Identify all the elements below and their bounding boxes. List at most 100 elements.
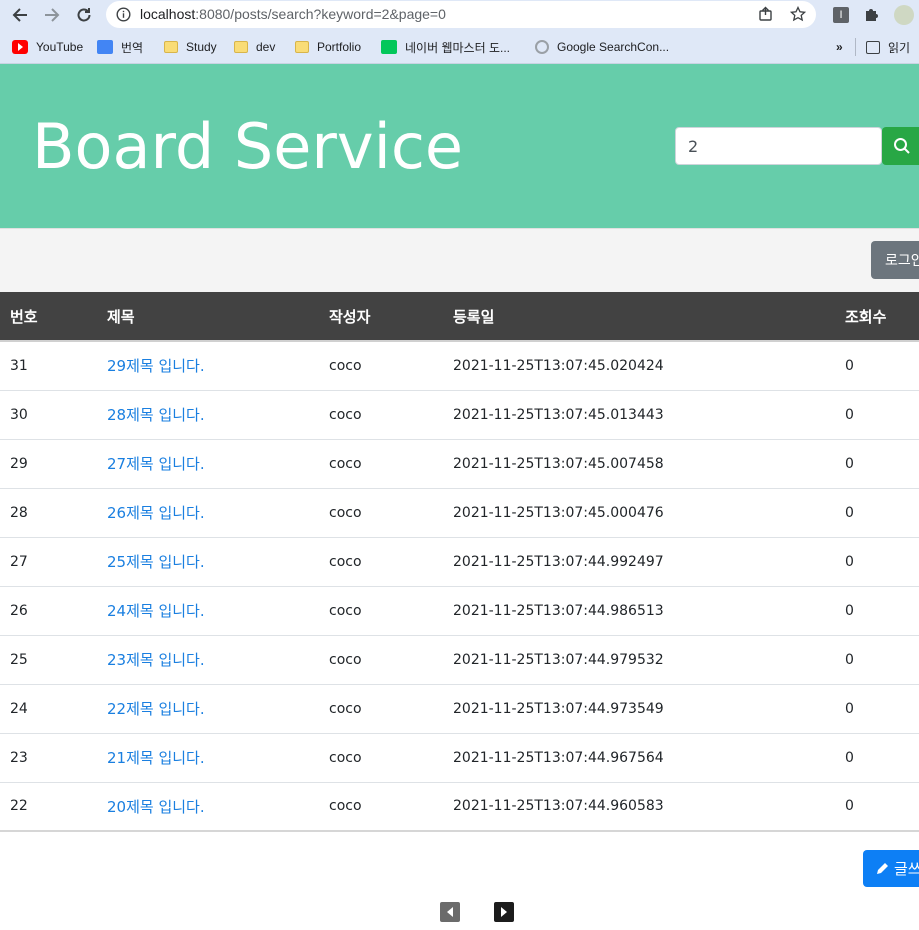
table-cell: 25 [0, 635, 97, 684]
back-button[interactable] [8, 3, 32, 27]
post-title-link[interactable]: 22제목 입니다. [107, 700, 205, 718]
post-title-link[interactable]: 29제목 입니다. [107, 357, 205, 375]
post-title-link[interactable]: 23제목 입니다. [107, 651, 205, 669]
table-cell: 29 [0, 439, 97, 488]
table-row: 24 22제목 입니다. coco 2021-11-25T13:07:44.97354… [0, 684, 919, 733]
bookmark-search-console[interactable]: Google SearchCon... [535, 38, 669, 56]
bookmark-label: dev [256, 40, 276, 54]
post-date: 2021-11-25T13:07:45.020424 [453, 357, 664, 374]
table-cell: coco [319, 439, 443, 488]
table-row: 26 24제목 입니다. coco 2021-11-25T13:07:44.98651… [0, 586, 919, 635]
site-header: Board Service [0, 64, 919, 228]
search-icon [894, 138, 910, 154]
table-cell: 30 [0, 390, 97, 439]
post-views: 0 [845, 455, 854, 472]
post-date: 2021-11-25T13:07:44.986513 [453, 602, 664, 619]
table-cell: 0 [835, 488, 919, 537]
table-cell: 2021-11-25T13:07:44.992497 [443, 537, 835, 586]
post-views: 0 [845, 406, 854, 423]
search-input[interactable] [675, 127, 882, 165]
post-date: 2021-11-25T13:07:45.007458 [453, 455, 664, 472]
bookmark-naver-webmaster[interactable]: 네이버 웹마스터 도... [381, 38, 510, 56]
post-number: 31 [10, 357, 28, 374]
url-path: :8080/posts/search?keyword=2&page=0 [195, 6, 446, 22]
post-title-link[interactable]: 27제목 입니다. [107, 455, 205, 473]
table-cell: 24제목 입니다. [97, 586, 319, 635]
post-number: 26 [10, 602, 28, 619]
post-author: coco [329, 700, 362, 717]
search-button[interactable] [882, 127, 919, 165]
table-cell: coco [319, 537, 443, 586]
post-title-link[interactable]: 28제목 입니다. [107, 406, 205, 424]
post-title-link[interactable]: 26제목 입니다. [107, 504, 205, 522]
post-title-link[interactable]: 21제목 입니다. [107, 749, 205, 767]
table-cell: 24 [0, 684, 97, 733]
post-title-link[interactable]: 25제목 입니다. [107, 553, 205, 571]
extension-i-button[interactable]: I [830, 4, 852, 26]
bookmark-label: 번역 [121, 40, 144, 55]
pencil-icon [877, 863, 888, 874]
table-cell: coco [319, 488, 443, 537]
table-row: 29 27제목 입니다. coco 2021-11-25T13:07:45.00745… [0, 439, 919, 488]
write-button[interactable]: 글쓰기 [863, 850, 919, 887]
bookmark-label: 네이버 웹마스터 도... [405, 40, 510, 55]
post-author: coco [329, 406, 362, 423]
post-author: coco [329, 602, 362, 619]
profile-button[interactable] [893, 4, 915, 26]
posts-table: 번호 제목 작성자 등록일 조회수 31 29제목 입니다. coco 2021-11… [0, 292, 919, 832]
previous-page-button[interactable] [440, 902, 460, 922]
post-views: 0 [845, 602, 854, 619]
chevron-double-right-icon: » [836, 40, 843, 54]
post-views: 0 [845, 700, 854, 717]
table-cell: 26제목 입니다. [97, 488, 319, 537]
folder-icon [164, 41, 178, 53]
post-author: coco [329, 504, 362, 521]
info-icon [116, 7, 131, 22]
post-title-link[interactable]: 20제목 입니다. [107, 798, 205, 816]
post-date: 2021-11-25T13:07:44.973549 [453, 700, 664, 717]
star-icon[interactable] [790, 6, 806, 22]
table-row: 30 28제목 입니다. coco 2021-11-25T13:07:45.01344… [0, 390, 919, 439]
bookmark-youtube[interactable]: YouTube [12, 38, 83, 56]
table-cell: coco [319, 684, 443, 733]
avatar [894, 5, 914, 25]
post-views: 0 [845, 651, 854, 668]
reload-button[interactable] [72, 3, 96, 27]
post-date: 2021-11-25T13:07:44.960583 [453, 798, 664, 815]
table-cell: 25제목 입니다. [97, 537, 319, 586]
next-page-button[interactable] [494, 902, 514, 922]
bookmark-portfolio[interactable]: Portfolio [295, 38, 361, 56]
extensions-button[interactable] [860, 4, 882, 26]
table-cell: 21제목 입니다. [97, 733, 319, 782]
url-host: localhost [140, 6, 196, 22]
bookmark-study[interactable]: Study [164, 38, 217, 56]
bookmark-label: Portfolio [317, 40, 362, 54]
bookmark-dev[interactable]: dev [234, 38, 275, 56]
forward-button[interactable] [40, 3, 64, 27]
table-cell: 2021-11-25T13:07:45.000476 [443, 488, 835, 537]
caret-left-icon [447, 907, 453, 917]
table-cell: 26 [0, 586, 97, 635]
table-cell: 2021-11-25T13:07:45.020424 [443, 341, 835, 390]
column-header-title: 제목 [97, 292, 319, 342]
post-date: 2021-11-25T13:07:45.013443 [453, 406, 664, 423]
bookmarks-overflow-button[interactable]: » [836, 38, 843, 56]
table-row: 28 26제목 입니다. coco 2021-11-25T13:07:45.00047… [0, 488, 919, 537]
table-cell: 0 [835, 635, 919, 684]
column-header-number: 번호 [0, 292, 97, 342]
post-number: 23 [10, 749, 28, 766]
address-bar[interactable]: localhost:8080/posts/search?keyword=2&pa… [106, 1, 816, 28]
post-date: 2021-11-25T13:07:44.979532 [453, 651, 664, 668]
table-cell: 23제목 입니다. [97, 635, 319, 684]
table-header-row: 번호 제목 작성자 등록일 조회수 [0, 292, 919, 342]
url-text: localhost:8080/posts/search?keyword=2&pa… [140, 6, 446, 22]
bookmark-label: Study [186, 40, 217, 54]
reading-list-button[interactable]: 읽기 [866, 38, 910, 56]
bookmark-translate[interactable]: 번역 [97, 38, 143, 56]
page-title: Board Service [32, 110, 464, 183]
share-icon[interactable] [758, 6, 774, 22]
login-button[interactable]: 로그인 [871, 241, 919, 279]
table-row: 27 25제목 입니다. coco 2021-11-25T13:07:44.99249… [0, 537, 919, 586]
post-title-link[interactable]: 24제목 입니다. [107, 602, 205, 620]
table-cell: coco [319, 733, 443, 782]
